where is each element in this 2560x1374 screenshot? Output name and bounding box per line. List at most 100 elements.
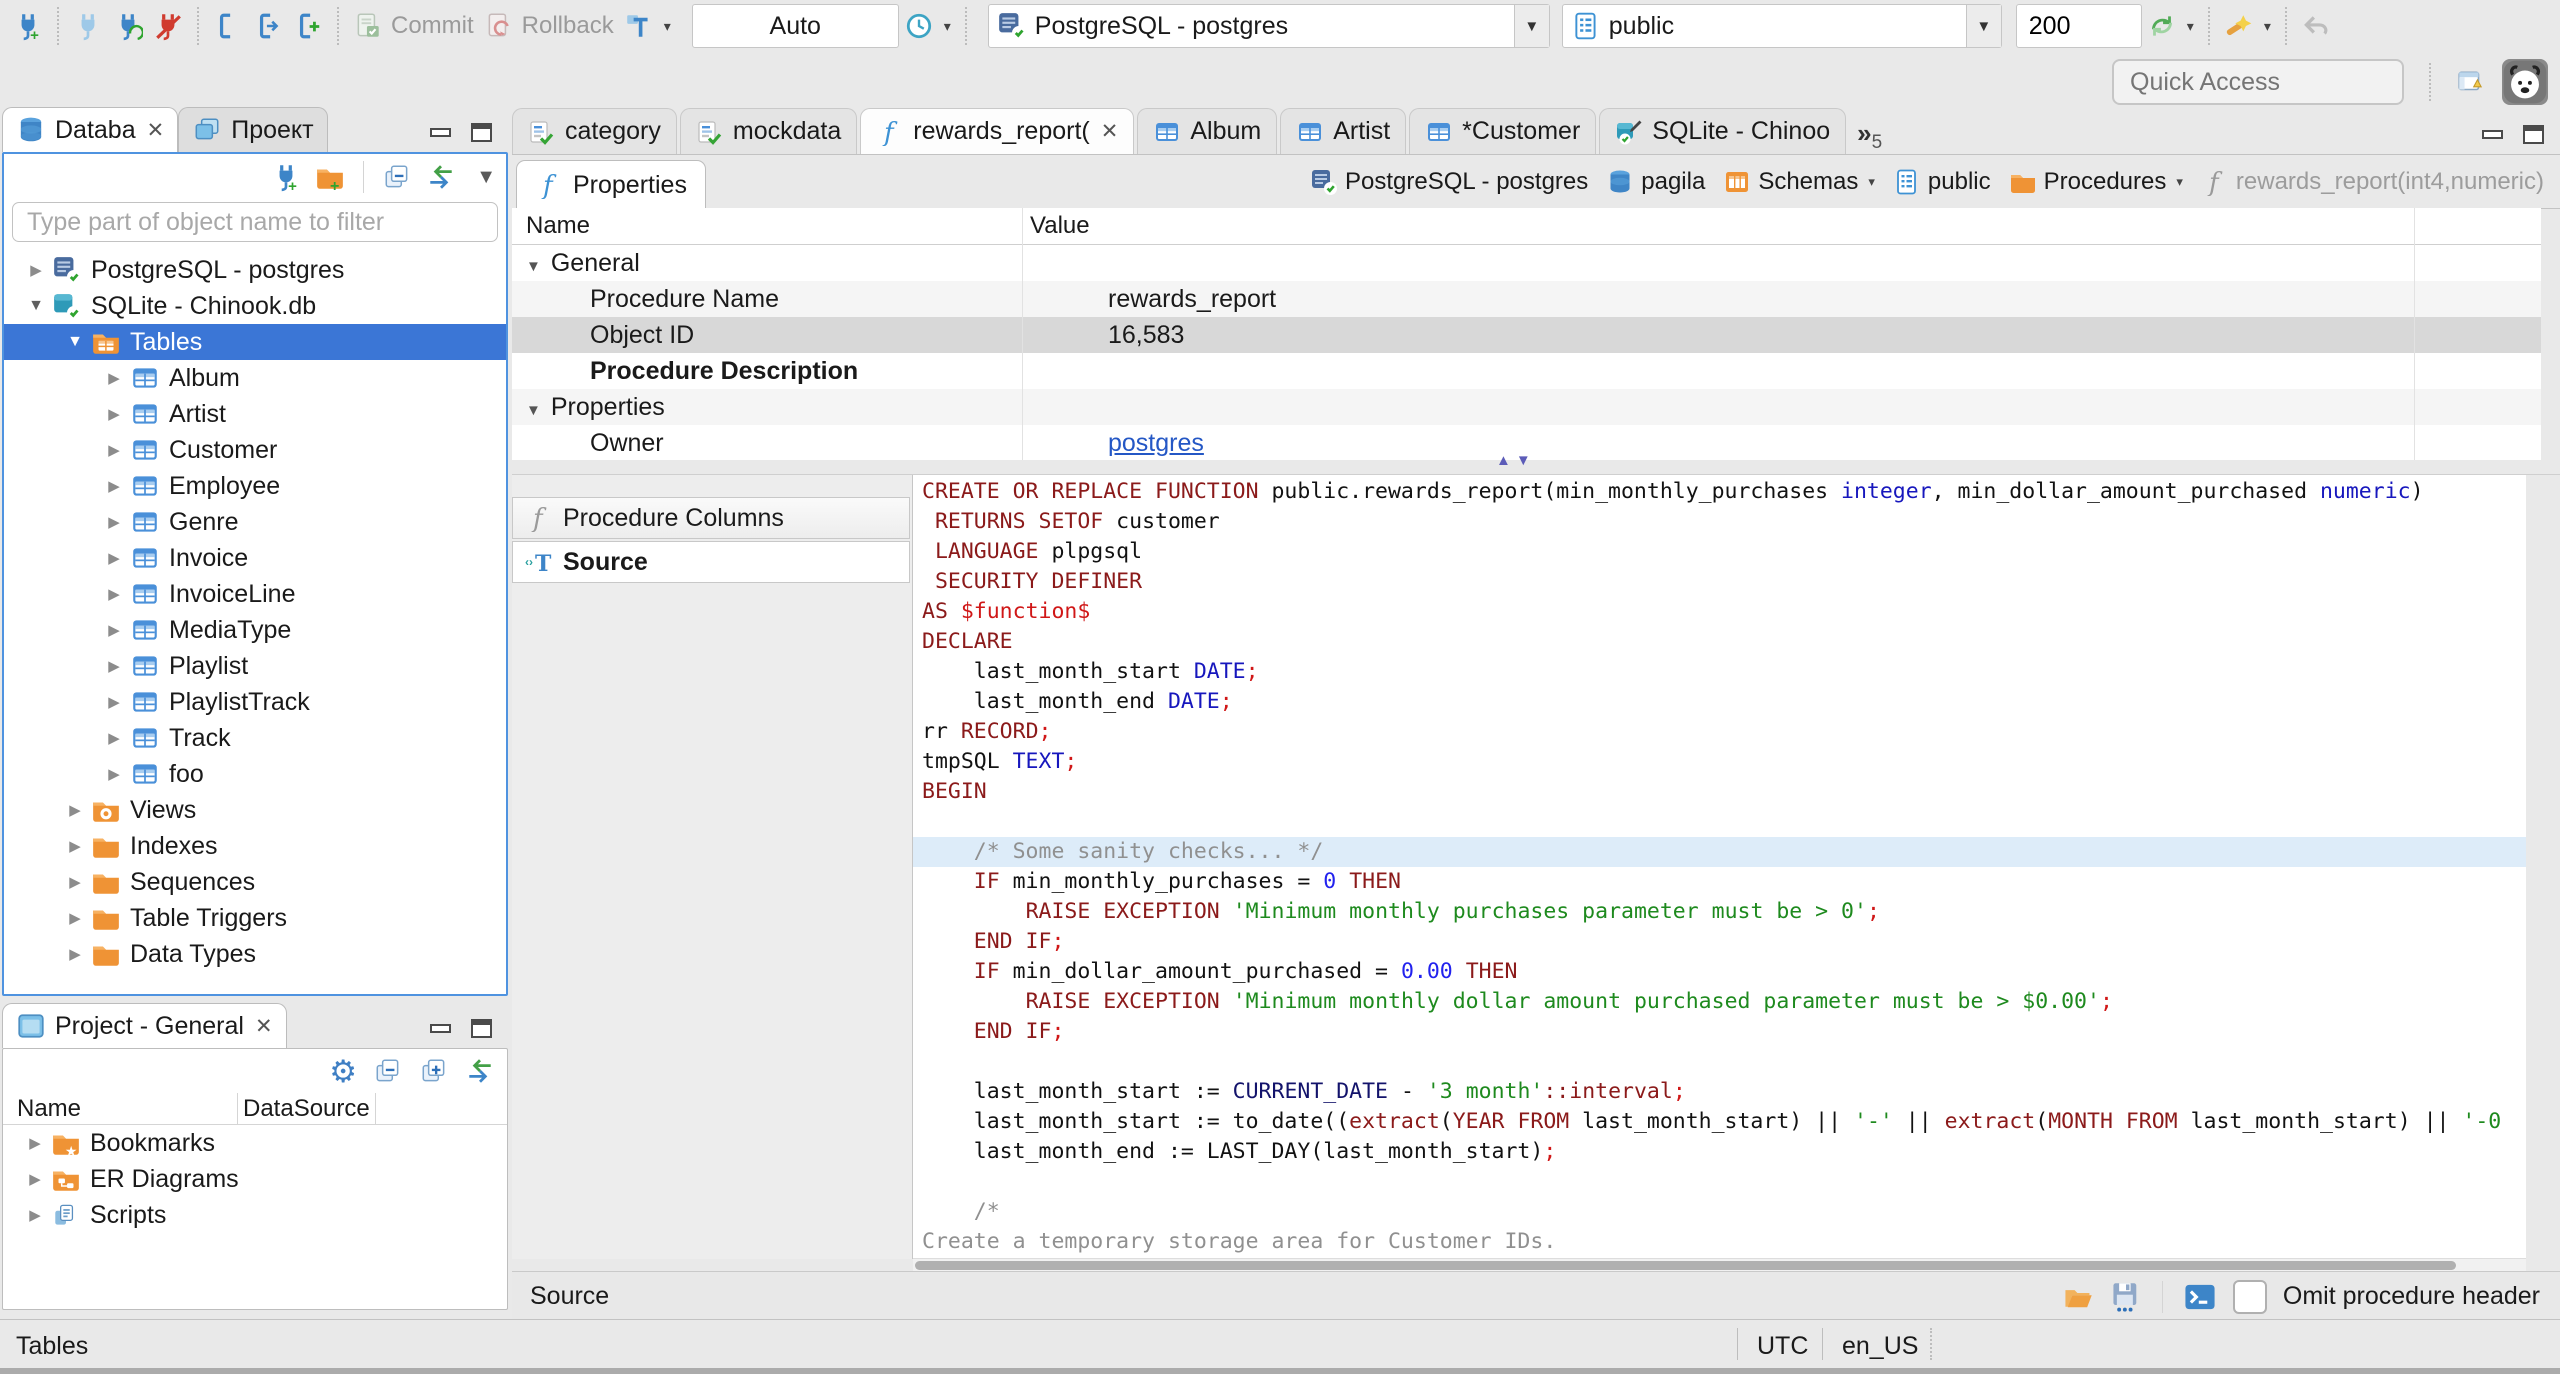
code-line[interactable] [913, 1167, 2526, 1197]
chevron-collapsed-icon[interactable]: ▶ [98, 693, 130, 711]
chevron-collapsed-icon[interactable]: ▶ [98, 477, 130, 495]
query-history-button[interactable]: ▾ [904, 11, 951, 41]
chevron-collapsed-icon[interactable]: ▶ [98, 405, 130, 423]
breadcrumb-rewards-report-int4-numeric[interactable]: f rewards_report(int4,numeric) [2201, 168, 2544, 196]
chevron-expanded-icon[interactable]: ▼ [526, 402, 541, 419]
close-icon[interactable]: ✕ [255, 1014, 273, 1039]
code-line[interactable]: last_month_end DATE; [913, 687, 2526, 717]
open-file-icon[interactable] [2062, 1281, 2094, 1313]
code-line[interactable]: last_month_end := LAST_DAY(last_month_st… [913, 1137, 2526, 1167]
prop-row-procedure-name[interactable]: Procedure Name rewards_report [512, 281, 2541, 317]
tree-item-views[interactable]: ▶ Views [4, 792, 506, 828]
commit-button[interactable]: Commit [353, 11, 474, 41]
maximize-icon[interactable] [471, 123, 492, 142]
active-schema-combo[interactable]: public ▼ [1561, 4, 2002, 48]
code-line[interactable]: END IF; [913, 927, 2526, 957]
quick-access-input[interactable] [2112, 59, 2404, 105]
breadcrumb-procedures[interactable]: Procedures ▾ [2009, 168, 2183, 196]
source-code-editor[interactable]: CREATE OR REPLACE FUNCTION public.reward… [913, 475, 2526, 1259]
tree-item-postgresql-postgres[interactable]: ▶ PostgreSQL - postgres [4, 252, 506, 288]
tree-item-sqlite-chinook-db[interactable]: ▼ SQLite - Chinook.db [4, 288, 506, 324]
close-icon[interactable]: ✕ [147, 118, 165, 143]
editor-tab-mockdata[interactable]: mockdata [679, 108, 858, 154]
view-menu-icon[interactable]: ▼ [476, 166, 496, 189]
chevron-collapsed-icon[interactable]: ▶ [59, 945, 91, 963]
tree-item-playlisttrack[interactable]: ▶ PlaylistTrack [4, 684, 506, 720]
disconnect-button[interactable] [153, 11, 183, 41]
code-line[interactable]: AS $function$ [913, 597, 2526, 627]
status-locale[interactable]: en_US [1842, 1332, 1918, 1361]
prop-value[interactable]: postgres [1100, 429, 1204, 458]
column-divider[interactable] [237, 1093, 238, 1124]
code-line[interactable]: BEGIN [913, 777, 2526, 807]
expand-all-icon[interactable] [419, 1056, 449, 1086]
collapse-all-icon[interactable] [382, 162, 412, 192]
tree-item-table-triggers[interactable]: ▶ Table Triggers [4, 900, 506, 936]
subtab-source[interactable]: ‹› T Source [512, 541, 910, 583]
chevron-expanded-icon[interactable]: ▼ [59, 333, 91, 351]
chevron-collapsed-icon[interactable]: ▶ [98, 729, 130, 747]
chevron-collapsed-icon[interactable]: ▶ [59, 801, 91, 819]
prop-row-procedure-description[interactable]: Procedure Description [512, 353, 2541, 389]
chevron-down-icon[interactable]: ▾ [1868, 174, 1875, 190]
chevron-collapsed-icon[interactable]: ▶ [98, 657, 130, 675]
code-line[interactable]: IF min_dollar_amount_purchased = 0.00 TH… [913, 957, 2526, 987]
omit-procedure-header-checkbox[interactable] [2232, 1279, 2267, 1314]
tree-item-mediatype[interactable]: ▶ MediaType [4, 612, 506, 648]
code-line[interactable]: tmpSQL TEXT; [913, 747, 2526, 777]
project-item-bookmarks[interactable]: ▶ ★ Bookmarks [3, 1125, 507, 1161]
tree-item-employee[interactable]: ▶ Employee [4, 468, 506, 504]
maximize-icon[interactable] [2523, 125, 2544, 144]
code-line[interactable]: RAISE EXCEPTION 'Minimum monthly dollar … [913, 987, 2526, 1017]
tab-project-general[interactable]: Project - General ✕ [2, 1003, 287, 1048]
tab-projects[interactable]: Проект [178, 107, 328, 152]
maximize-icon[interactable] [471, 1019, 492, 1038]
chevron-expanded-icon[interactable]: ▼ [20, 297, 52, 315]
chevron-expanded-icon[interactable]: ▼ [526, 258, 541, 275]
save-file-icon[interactable] [2110, 1281, 2142, 1313]
link-with-editor-icon[interactable] [426, 162, 456, 192]
tree-item-track[interactable]: ▶ Track [4, 720, 506, 756]
code-line[interactable]: RAISE EXCEPTION 'Minimum monthly purchas… [913, 897, 2526, 927]
chevron-collapsed-icon[interactable]: ▶ [19, 1170, 51, 1188]
tree-item-invoiceline[interactable]: ▶ InvoiceLine [4, 576, 506, 612]
prop-row-general[interactable]: ▼ General [512, 245, 2541, 281]
arrow-up-icon[interactable]: ▲ [1496, 452, 1516, 469]
column-datasource[interactable]: DataSource [243, 1095, 370, 1123]
tab-overflow-button[interactable]: » 5 [1849, 114, 1890, 154]
tree-item-foo[interactable]: ▶ foo [4, 756, 506, 792]
chevron-collapsed-icon[interactable]: ▶ [98, 765, 130, 783]
editor-tab-album[interactable]: Album [1137, 108, 1278, 154]
minimize-icon[interactable] [2482, 130, 2503, 139]
sync-button[interactable]: ▾ [2147, 11, 2194, 41]
chevron-down-icon[interactable]: ▾ [2176, 174, 2183, 190]
chevron-collapsed-icon[interactable]: ▶ [20, 261, 52, 279]
sash-collapse-arrows[interactable]: ▲▼ [1496, 452, 1536, 469]
commit-mode-combo[interactable]: Auto [691, 4, 899, 48]
tree-item-indexes[interactable]: ▶ Indexes [4, 828, 506, 864]
dbeaver-logo-icon[interactable] [2502, 59, 2548, 105]
tree-item-playlist[interactable]: ▶ Playlist [4, 648, 506, 684]
link-with-editor-icon[interactable] [465, 1056, 495, 1086]
tab-properties[interactable]: f Properties [516, 160, 706, 209]
code-line[interactable]: /* Some sanity checks... */ [913, 837, 2526, 867]
plug-new-icon[interactable]: + [271, 162, 301, 192]
tree-item-sequences[interactable]: ▶ Sequences [4, 864, 506, 900]
breadcrumb-pagila[interactable]: pagila [1606, 168, 1705, 196]
new-sql-editor-button[interactable] [293, 11, 323, 41]
transaction-log-button[interactable]: ▾ [624, 11, 671, 41]
fetch-size-input[interactable] [2015, 4, 2142, 48]
dropdown-button[interactable]: ▼ [1513, 5, 1549, 47]
chevron-collapsed-icon[interactable]: ▶ [19, 1206, 51, 1224]
chevron-collapsed-icon[interactable]: ▶ [98, 549, 130, 567]
chevron-collapsed-icon[interactable]: ▶ [98, 513, 130, 531]
tab-database-navigator[interactable]: Databa ✕ [2, 107, 179, 152]
tree-item-album[interactable]: ▶ Album [4, 360, 506, 396]
chevron-collapsed-icon[interactable]: ▶ [98, 585, 130, 603]
tree-item-artist[interactable]: ▶ Artist [4, 396, 506, 432]
chevron-collapsed-icon[interactable]: ▶ [59, 909, 91, 927]
new-folder-icon[interactable]: + [315, 162, 345, 192]
tree-item-genre[interactable]: ▶ Genre [4, 504, 506, 540]
scrollbar-thumb[interactable] [915, 1261, 2456, 1270]
perspective-icon[interactable] [2456, 67, 2486, 97]
